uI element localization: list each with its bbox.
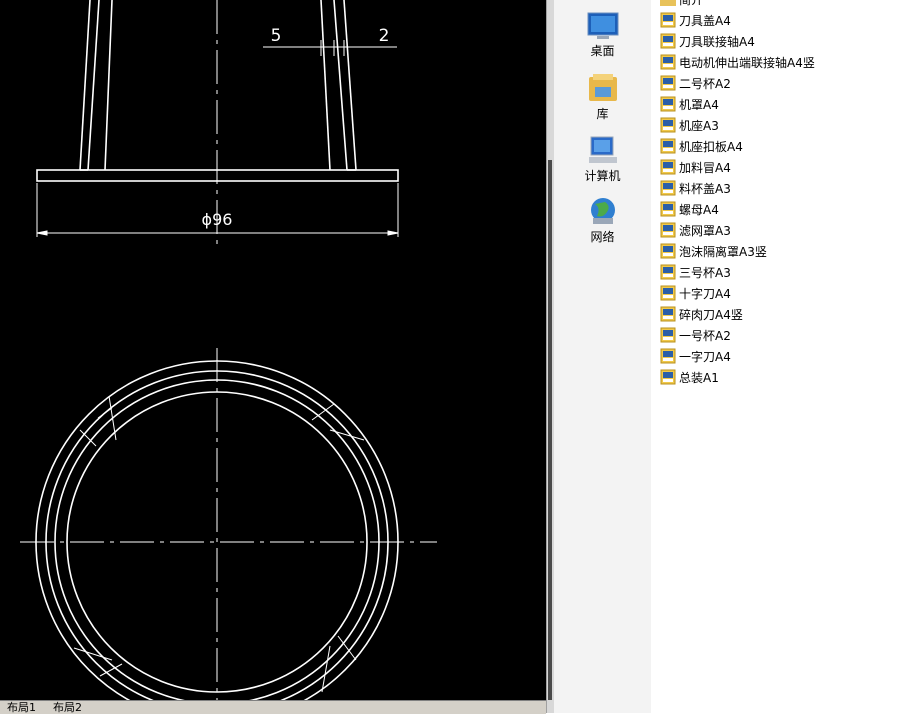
desktop-icon (587, 12, 618, 39)
scrollbar-thumb[interactable] (548, 160, 552, 700)
dim-text-2: 2 (379, 26, 390, 46)
file-item[interactable]: 一字刀A4 (660, 346, 731, 366)
inner-wall-left (87, 0, 100, 171)
dwg-file-icon (660, 180, 676, 196)
file-item[interactable]: 机罩A4 (660, 94, 719, 114)
nav-item-library[interactable]: 库 (554, 73, 651, 122)
file-item[interactable]: 螺母A4 (660, 199, 719, 219)
file-item-partial[interactable]: 简介 (660, 0, 703, 9)
computer-icon (588, 136, 617, 163)
nav-label-library: 库 (596, 107, 609, 121)
dwg-file-icon (660, 306, 676, 322)
inner-wall-left-2 (104, 0, 113, 171)
inner-wall-right-2 (320, 0, 331, 171)
file-item-label: 十字刀A4 (679, 286, 731, 301)
dwg-file-icon (660, 348, 676, 364)
nav-label-desktop: 桌面 (590, 44, 615, 58)
file-item[interactable]: 总装A1 (660, 367, 719, 387)
nav-label-computer: 计算机 (584, 169, 621, 183)
tab-layout2[interactable]: 布局2 (50, 701, 85, 714)
file-item[interactable]: 电动机伸出端联接轴A4竖 (660, 52, 815, 72)
dwg-file-icon (660, 285, 676, 301)
dwg-file-icon (660, 243, 676, 259)
network-icon (590, 198, 615, 224)
file-item-label: 刀具联接轴A4 (679, 34, 755, 49)
folder-icon (660, 0, 676, 6)
file-item-label: 机座扣板A4 (679, 139, 743, 154)
file-item[interactable]: 机座A3 (660, 115, 719, 135)
file-item-label: 刀具盖A4 (679, 13, 731, 28)
dim-text-diameter: ϕ96 (202, 210, 233, 229)
dwg-file-icon (660, 222, 676, 238)
file-item[interactable]: 十字刀A4 (660, 283, 731, 303)
file-item[interactable]: 机座扣板A4 (660, 136, 743, 156)
dwg-file-icon (660, 369, 676, 385)
dwg-file-icon (660, 12, 676, 28)
dwg-file-icon (660, 117, 676, 133)
dwg-file-icon (660, 201, 676, 217)
layout-tab-bar: 布局1 布局2 (0, 700, 546, 714)
nav-item-desktop[interactable]: 桌面 (554, 12, 651, 59)
file-item[interactable]: 滤网罩A3 (660, 220, 731, 240)
file-item[interactable]: 刀具联接轴A4 (660, 31, 755, 51)
file-item-label: 加料冒A4 (679, 160, 731, 175)
cad-drawing-canvas[interactable]: 5 2 ϕ96 (0, 0, 546, 700)
file-item-label: 料杯盖A3 (679, 181, 731, 196)
file-item-label: 滤网罩A3 (679, 223, 731, 238)
file-item[interactable]: 刀具盖A4 (660, 10, 731, 30)
dwg-file-icon (660, 159, 676, 175)
nav-item-computer[interactable]: 计算机 (554, 135, 651, 184)
dwg-file-icon (660, 96, 676, 112)
navigation-pane: 桌面 库 计算机 网络 (554, 0, 651, 713)
dwg-file-icon (660, 75, 676, 91)
file-item-label: 一号杯A2 (679, 328, 731, 343)
file-item-label: 螺母A4 (679, 202, 719, 217)
file-item[interactable]: 二号杯A2 (660, 73, 731, 93)
file-item[interactable]: 碎肉刀A4竖 (660, 304, 743, 324)
file-item-label: 电动机伸出端联接轴A4竖 (679, 55, 815, 70)
file-item-label: 总装A1 (679, 370, 719, 385)
library-icon (588, 74, 617, 101)
file-item[interactable]: 三号杯A3 (660, 262, 731, 282)
file-item-label: 三号杯A3 (679, 265, 731, 280)
dwg-file-icon (660, 138, 676, 154)
file-list-pane: 简介 刀具盖A4 刀具联接轴A4 电动机伸出端联接轴A4竖二号杯A2 机罩A4 机座A3… (651, 0, 919, 713)
tab-layout1[interactable]: 布局1 (4, 701, 39, 714)
file-item-label: 碎肉刀A4竖 (679, 307, 743, 322)
dwg-file-icon (660, 327, 676, 343)
file-item-label: 二号杯A2 (679, 76, 731, 91)
file-item-label: 机罩A4 (679, 97, 719, 112)
file-item[interactable]: 泡沫隔离罩A3竖 (660, 241, 767, 261)
file-item[interactable]: 料杯盖A3 (660, 178, 731, 198)
file-item-label: 一字刀A4 (679, 349, 731, 364)
outer-wall-left (79, 0, 91, 171)
dim-text-5: 5 (271, 26, 282, 46)
file-item-label: 泡沫隔离罩A3竖 (679, 244, 767, 259)
cad-drawing: 5 2 ϕ96 (20, 0, 437, 700)
file-item[interactable]: 一号杯A2 (660, 325, 731, 345)
dwg-file-icon (660, 33, 676, 49)
file-item[interactable]: 加料冒A4 (660, 157, 731, 177)
nav-label-network: 网络 (590, 230, 615, 244)
dwg-file-icon (660, 264, 676, 280)
dwg-file-icon (660, 54, 676, 70)
file-item-label: 机座A3 (679, 118, 719, 133)
nav-item-network[interactable]: 网络 (554, 196, 651, 245)
